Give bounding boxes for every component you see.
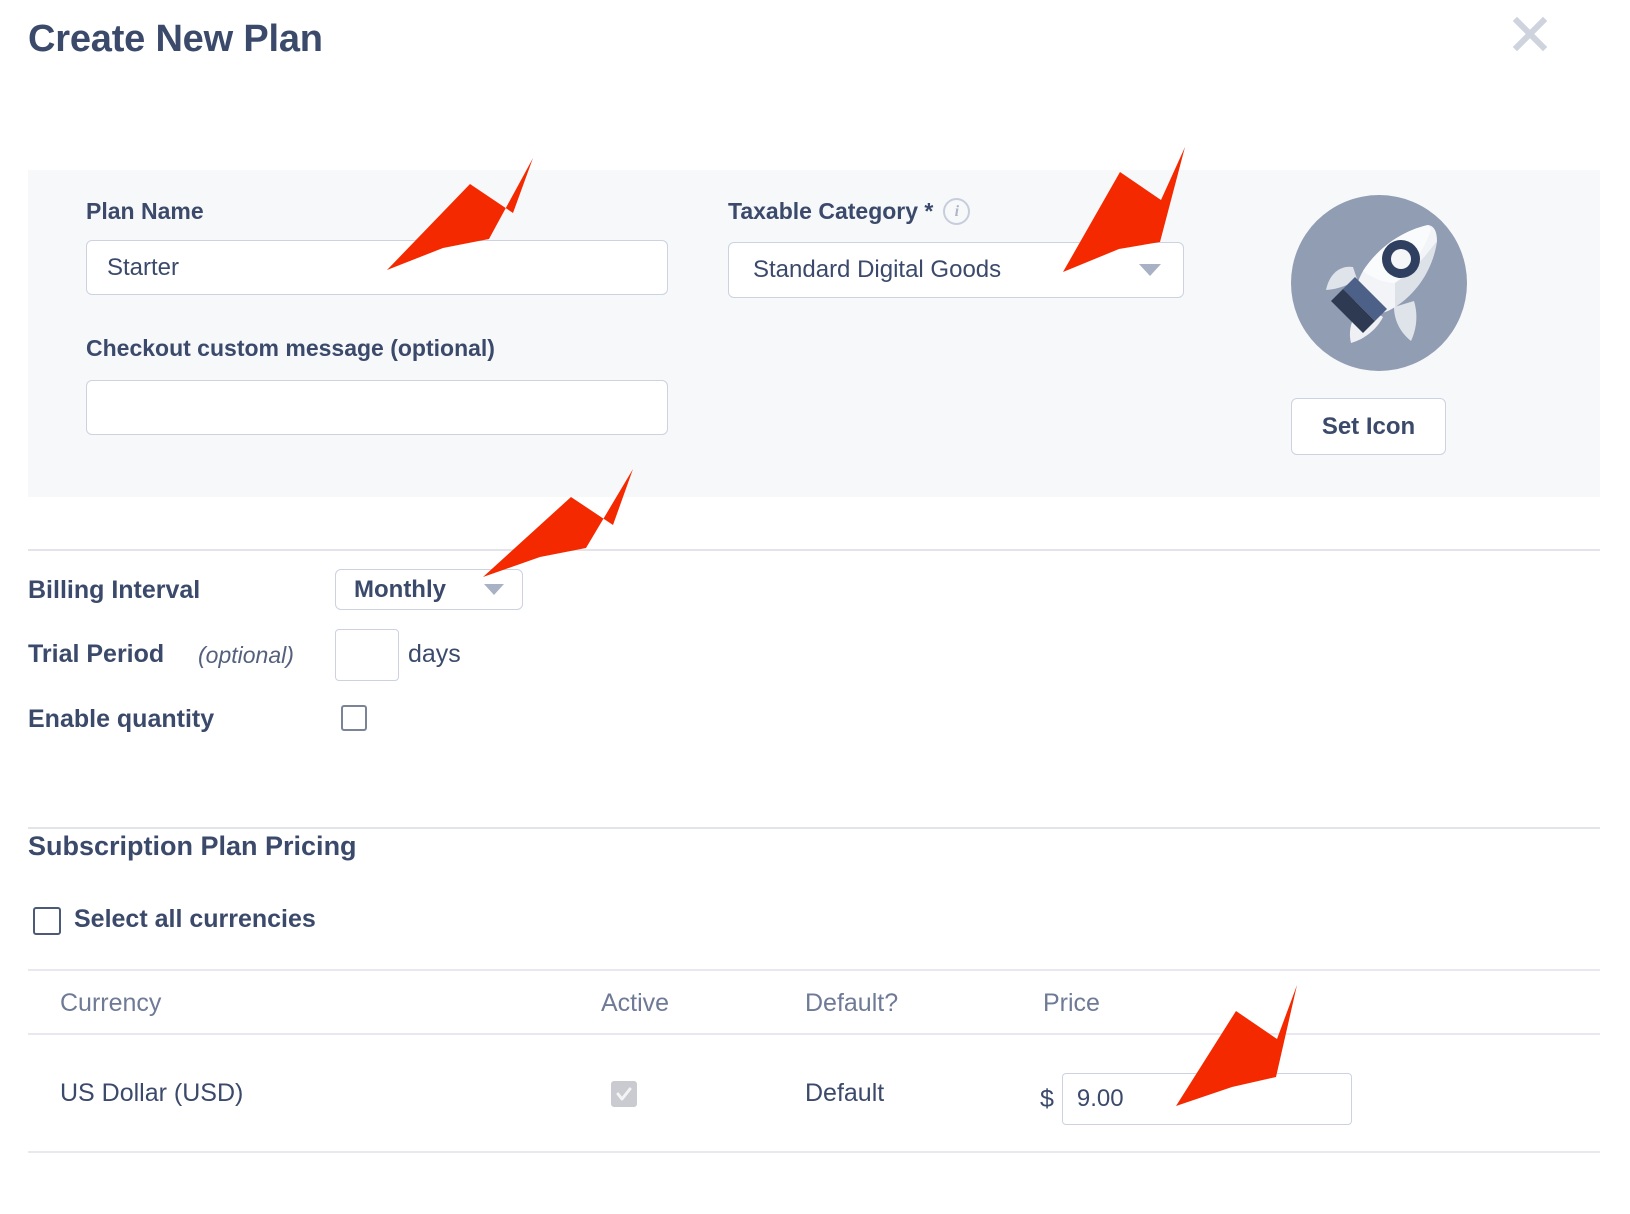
trial-period-input[interactable] bbox=[335, 629, 399, 681]
pricing-section-title: Subscription Plan Pricing bbox=[28, 831, 357, 861]
pricing-table: Currency Active Default? Price US Dollar… bbox=[28, 969, 1600, 1153]
divider-billing bbox=[28, 549, 1600, 551]
table-row: US Dollar (USD) Default $ bbox=[28, 1035, 1600, 1153]
currency-symbol: $ bbox=[1040, 1084, 1054, 1113]
taxable-category-select[interactable]: Standard Digital Goods bbox=[728, 242, 1184, 298]
taxable-category-label-text: Taxable Category * bbox=[728, 198, 934, 224]
billing-interval-value: Monthly bbox=[354, 575, 446, 603]
checkout-message-input[interactable] bbox=[86, 380, 668, 435]
column-header-currency: Currency bbox=[60, 989, 162, 1017]
taxable-category-label: Taxable Category * i bbox=[728, 198, 971, 225]
trial-period-optional-text: (optional) bbox=[198, 642, 294, 668]
table-header-row: Currency Active Default? Price bbox=[28, 969, 1600, 1035]
column-header-active: Active bbox=[601, 989, 670, 1017]
info-icon[interactable]: i bbox=[943, 198, 971, 225]
page-title: Create New Plan bbox=[28, 18, 323, 60]
taxable-category-value: Standard Digital Goods bbox=[753, 256, 1002, 283]
rocket-icon bbox=[1291, 195, 1467, 371]
plan-name-input[interactable] bbox=[86, 240, 668, 295]
select-all-currencies-label: Select all currencies bbox=[74, 905, 316, 933]
trial-period-label: Trial Period bbox=[28, 640, 165, 668]
checkout-message-label: Checkout custom message (optional) bbox=[86, 335, 495, 361]
set-icon-button[interactable]: Set Icon bbox=[1291, 398, 1446, 455]
chevron-down-icon bbox=[484, 584, 504, 595]
billing-interval-label: Billing Interval bbox=[28, 576, 201, 604]
column-header-price: Price bbox=[1043, 989, 1100, 1017]
close-icon[interactable] bbox=[1508, 12, 1552, 56]
price-cell: $ bbox=[1040, 1073, 1352, 1125]
trial-period-unit-label: days bbox=[408, 640, 461, 668]
plan-name-label: Plan Name bbox=[86, 198, 204, 224]
currency-name: US Dollar (USD) bbox=[60, 1079, 244, 1107]
divider-pricing bbox=[28, 827, 1600, 829]
plan-details-panel: Plan Name Checkout custom message (optio… bbox=[28, 170, 1600, 497]
select-all-currencies-checkbox[interactable] bbox=[33, 907, 61, 935]
create-plan-modal: Create New Plan Plan Name Checkout custo… bbox=[0, 0, 1630, 1214]
currency-active-checkbox bbox=[611, 1081, 637, 1107]
enable-quantity-label: Enable quantity bbox=[28, 705, 215, 733]
enable-quantity-checkbox[interactable] bbox=[341, 705, 367, 731]
price-input[interactable] bbox=[1061, 1073, 1352, 1125]
chevron-down-icon bbox=[1139, 264, 1161, 276]
currency-default-label: Default bbox=[805, 1079, 885, 1107]
billing-interval-select[interactable]: Monthly bbox=[335, 569, 523, 610]
column-header-default: Default? bbox=[805, 989, 899, 1017]
